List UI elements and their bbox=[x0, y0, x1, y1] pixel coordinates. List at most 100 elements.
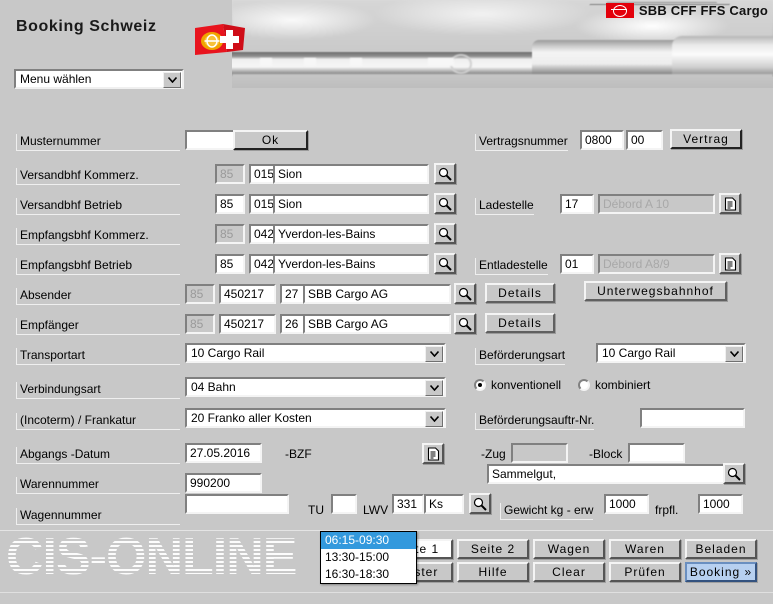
bzf-option-1[interactable]: 13:30-15:00 bbox=[321, 549, 416, 566]
befoerderungsart-select[interactable]: 10 Cargo Rail bbox=[596, 343, 746, 363]
radio-konventionell[interactable]: konventionell bbox=[474, 378, 561, 392]
befoerderungsart-value: 10 Cargo Rail bbox=[602, 346, 676, 360]
search-icon-absender[interactable] bbox=[454, 283, 476, 304]
transportart-label: Transportart bbox=[16, 348, 180, 365]
vertragsnummer-label: Vertragsnummer bbox=[475, 134, 568, 151]
menu-select-value: Menu wählen bbox=[20, 72, 92, 86]
wagen-button[interactable]: Wagen bbox=[533, 539, 605, 559]
swiss-flag-logo bbox=[193, 22, 248, 58]
wagennummer-input[interactable] bbox=[185, 494, 289, 514]
empfangsbhf-kommerz-name[interactable] bbox=[273, 224, 429, 244]
empfaenger-code bbox=[185, 314, 215, 334]
warennummer-input[interactable] bbox=[185, 473, 262, 493]
absender-details-button[interactable]: Details bbox=[485, 283, 555, 303]
vertragsnummer-input-2[interactable] bbox=[626, 130, 663, 150]
waren-button[interactable]: Waren bbox=[609, 539, 681, 559]
wagon-window bbox=[304, 58, 316, 66]
versandbhf-kommerz-code bbox=[215, 164, 245, 184]
empfangsbhf-betrieb-name[interactable] bbox=[273, 254, 429, 274]
search-icon-empfangsbhf-betrieb[interactable] bbox=[434, 253, 456, 274]
pruefen-button[interactable]: Prüfen bbox=[609, 562, 681, 582]
chevron-down-icon[interactable] bbox=[163, 72, 181, 88]
tu-input[interactable] bbox=[331, 494, 357, 514]
vertragsnummer-input-1[interactable] bbox=[580, 130, 624, 150]
bzf-dropdown-open[interactable]: 06:15-09:30 13:30-15:00 16:30-18:30 bbox=[320, 531, 417, 584]
warenbezeichnung-input[interactable] bbox=[487, 464, 739, 484]
banner-ground bbox=[232, 74, 773, 88]
search-icon-empfaenger[interactable] bbox=[454, 313, 476, 334]
tu-label: TU bbox=[308, 503, 324, 517]
bottom-bar bbox=[0, 592, 773, 604]
sbb-brand-text: SBB CFF FFS Cargo bbox=[638, 3, 768, 18]
versandbhf-betrieb-code[interactable] bbox=[215, 194, 245, 214]
chevron-down-icon[interactable] bbox=[425, 346, 443, 362]
booking-button[interactable]: Booking » bbox=[685, 562, 757, 582]
verbindungsart-label: Verbindungsart bbox=[16, 382, 180, 399]
frpfl-label: frpfl. bbox=[655, 503, 679, 517]
page-title: Booking Schweiz bbox=[16, 18, 157, 35]
beladen-button[interactable]: Beladen bbox=[685, 539, 757, 559]
empfaenger-name[interactable] bbox=[303, 314, 451, 334]
sbb-flag-icon bbox=[605, 3, 634, 18]
document-icon-ladestelle[interactable] bbox=[719, 193, 741, 214]
absender-name[interactable] bbox=[303, 284, 451, 304]
hilfe-button[interactable]: Hilfe bbox=[457, 562, 529, 582]
radio-konventionell-indicator[interactable] bbox=[474, 379, 486, 391]
absender-code bbox=[185, 284, 215, 304]
search-icon-versandbhf-kommerz[interactable] bbox=[434, 163, 456, 184]
radio-kombiniert-indicator[interactable] bbox=[578, 379, 590, 391]
versandbhf-betrieb-name[interactable] bbox=[273, 194, 429, 214]
empfangsbhf-betrieb-label: Empfangsbhf Betrieb bbox=[16, 258, 180, 275]
seite-2-button[interactable]: Seite 2 bbox=[457, 539, 529, 559]
clear-button[interactable]: Clear bbox=[533, 562, 605, 582]
vertrag-button[interactable]: Vertrag bbox=[670, 129, 742, 149]
wagon-window bbox=[260, 58, 272, 66]
transportart-select[interactable]: 10 Cargo Rail bbox=[185, 343, 446, 363]
versandbhf-kommerz-name[interactable] bbox=[273, 164, 429, 184]
incoterm-select[interactable]: 20 Franko aller Kosten bbox=[185, 408, 446, 428]
lwv-type-input[interactable] bbox=[424, 494, 464, 514]
empfaenger-number[interactable] bbox=[219, 314, 276, 334]
lwv-input[interactable] bbox=[392, 494, 424, 514]
menu-select[interactable]: Menu wählen bbox=[14, 69, 184, 89]
frpfl-input[interactable] bbox=[698, 494, 743, 514]
radio-kombiniert[interactable]: kombiniert bbox=[578, 378, 650, 392]
verbindungsart-value: 04 Bahn bbox=[191, 380, 236, 394]
search-icon-wagen[interactable] bbox=[469, 493, 491, 514]
search-icon-versandbhf-betrieb[interactable] bbox=[434, 193, 456, 214]
absender-number[interactable] bbox=[219, 284, 276, 304]
locomotive-second bbox=[672, 36, 773, 76]
abgangsdatum-input[interactable] bbox=[185, 443, 262, 463]
chevron-down-icon[interactable] bbox=[425, 411, 443, 427]
wagon-window bbox=[350, 58, 362, 66]
document-icon-bzf[interactable] bbox=[422, 443, 444, 464]
booking-form: Musternummer Ok Vertragsnummer Vertrag V… bbox=[0, 96, 773, 584]
wagon-window bbox=[428, 58, 454, 66]
empfaenger-label: Empfänger bbox=[16, 318, 180, 335]
empfangsbhf-kommerz-code bbox=[215, 224, 245, 244]
ok-button[interactable]: Ok bbox=[233, 130, 308, 150]
versandbhf-kommerz-label: Versandbhf Kommerz. bbox=[16, 168, 180, 185]
unterwegsbahnhof-button[interactable]: Unterwegsbahnhof bbox=[584, 281, 727, 301]
search-icon-warenbezeichnung[interactable] bbox=[723, 463, 745, 484]
befoerderungsauftrag-input[interactable] bbox=[640, 408, 745, 428]
document-icon-entladestelle[interactable] bbox=[719, 253, 741, 274]
absender-label: Absender bbox=[16, 288, 180, 305]
entladestelle-code[interactable] bbox=[560, 254, 594, 274]
empfangsbhf-kommerz-label: Empfangsbhf Kommerz. bbox=[16, 228, 180, 245]
block-input[interactable] bbox=[628, 443, 685, 463]
block-label: -Block bbox=[589, 447, 623, 461]
abgangsdatum-label: Abgangs -Datum bbox=[16, 447, 180, 464]
search-icon-empfangsbhf-kommerz[interactable] bbox=[434, 223, 456, 244]
empfaenger-details-button[interactable]: Details bbox=[485, 313, 555, 333]
gewicht-input[interactable] bbox=[604, 494, 649, 514]
chevron-down-icon[interactable] bbox=[725, 346, 743, 362]
bzf-option-0[interactable]: 06:15-09:30 bbox=[321, 532, 416, 549]
ladestelle-code[interactable] bbox=[560, 194, 594, 214]
verbindungsart-select[interactable]: 04 Bahn bbox=[185, 377, 446, 397]
bzf-option-2[interactable]: 16:30-18:30 bbox=[321, 566, 416, 583]
incoterm-value: 20 Franko aller Kosten bbox=[191, 411, 312, 425]
chevron-down-icon[interactable] bbox=[425, 380, 443, 396]
empfangsbhf-betrieb-code[interactable] bbox=[215, 254, 245, 274]
sbb-cargo-logo: SBB CFF FFS Cargo bbox=[605, 3, 768, 18]
